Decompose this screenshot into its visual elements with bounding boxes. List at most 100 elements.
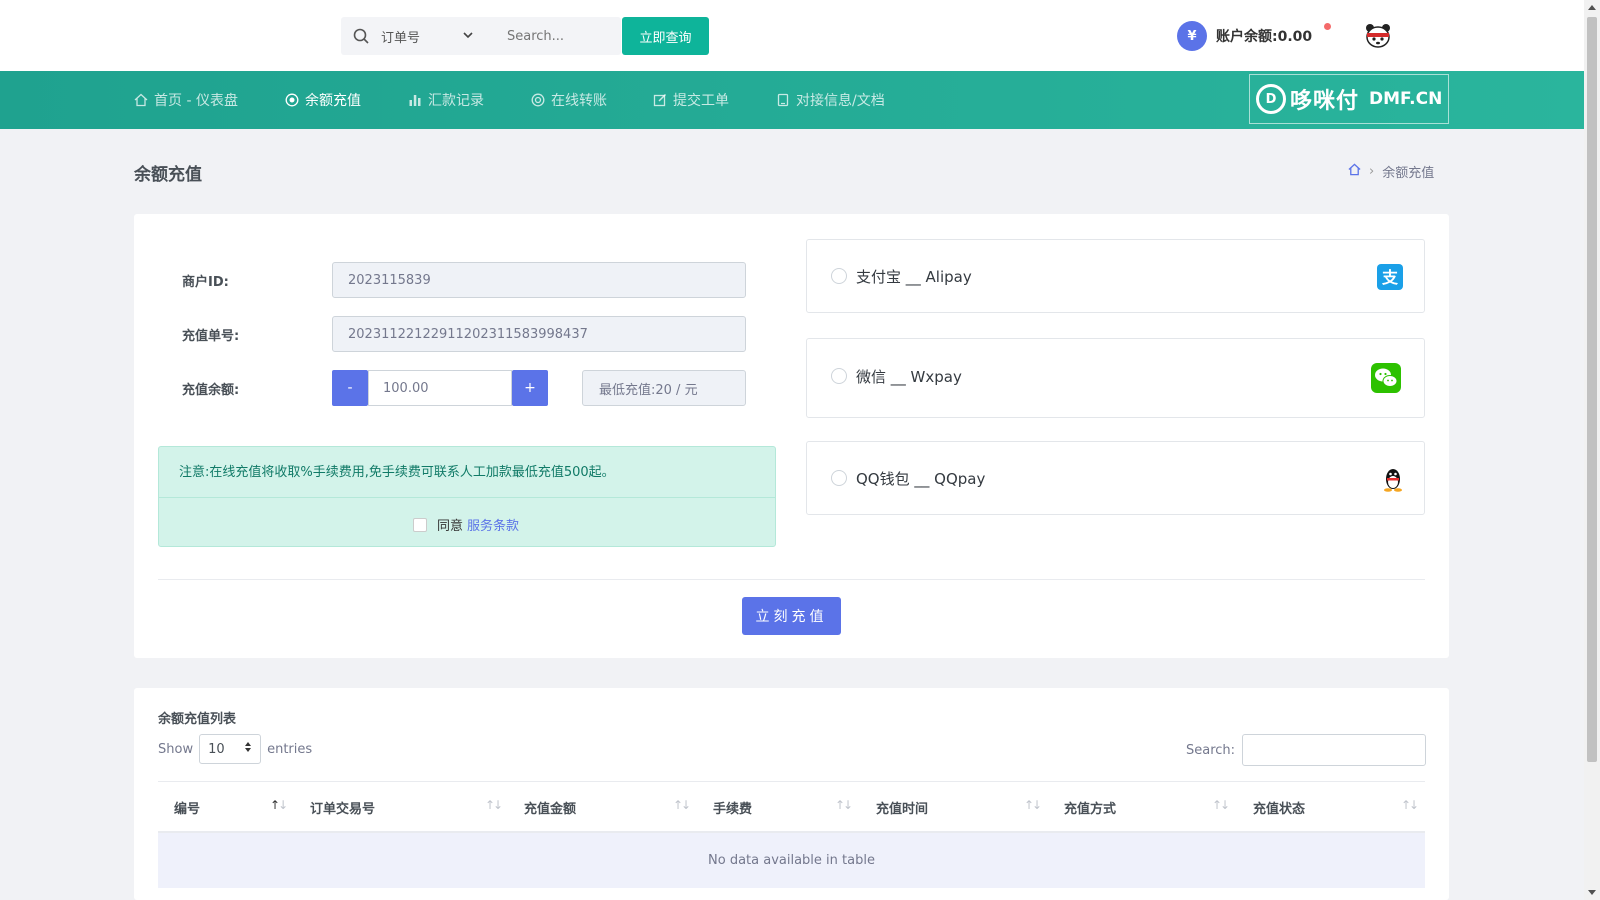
divider <box>158 579 1425 580</box>
tablet-icon <box>777 93 789 107</box>
notice-text: 注意:在线充值将收取%手续费用,免手续费可联系人工加款最低充值500起。 <box>179 465 615 480</box>
nav-item-remittance[interactable]: 汇款记录 <box>408 71 484 129</box>
page-length-value: 10 <box>208 741 225 757</box>
nav-item-dashboard[interactable]: 首页 - 仪表盘 <box>134 71 238 129</box>
nav-label: 提交工单 <box>673 93 729 109</box>
pay-radio[interactable] <box>831 368 847 384</box>
table-search-input[interactable] <box>1242 734 1427 766</box>
nav-label: 首页 - 仪表盘 <box>154 93 238 109</box>
nav-item-transfer[interactable]: 在线转账 <box>531 71 607 129</box>
breadcrumb: › 余额充值 <box>1348 162 1434 181</box>
pay-radio[interactable] <box>831 268 847 284</box>
nav-item-recharge[interactable]: 余额充值 <box>285 71 361 129</box>
pay-label: QQ钱包 __ QQpay <box>856 470 986 488</box>
nav-item-ticket[interactable]: 提交工单 <box>653 71 729 129</box>
query-button[interactable]: 立即查询 <box>622 17 709 55</box>
pay-label: 支付宝 __ Alipay <box>856 268 972 286</box>
recharge-card: 商户ID: 2023115839 充值单号: 20231122122911202… <box>134 214 1449 658</box>
nav-label: 汇款记录 <box>428 93 484 109</box>
scroll-down-icon[interactable] <box>1588 890 1596 895</box>
yen-icon: ¥ <box>1177 21 1207 51</box>
col-order-no[interactable]: 订单交易号 <box>310 782 375 832</box>
breadcrumb-separator: › <box>1369 164 1375 179</box>
notice-box: 注意:在线充值将收取%手续费用,免手续费可联系人工加款最低充值500起。 同意 … <box>158 446 776 547</box>
search-icon <box>341 28 381 44</box>
terms-link[interactable]: 服务条款 <box>467 515 519 534</box>
account-balance[interactable]: ¥ 账户余额:0.00 <box>1177 21 1331 51</box>
qq-icon <box>1383 466 1403 496</box>
notice-divider <box>159 497 775 498</box>
edit-icon <box>653 93 667 107</box>
chevron-down-icon <box>463 31 473 42</box>
avatar[interactable] <box>1364 22 1392 50</box>
pay-radio[interactable] <box>831 470 847 486</box>
nav-label: 余额充值 <box>305 93 361 109</box>
merchant-id-label: 商户ID: <box>182 275 229 290</box>
show-label: Show <box>158 741 194 757</box>
sort-icon: ↑↓ <box>485 798 503 812</box>
search-type-value: 订单号 <box>381 30 421 46</box>
nav-item-docs[interactable]: 对接信息/文档 <box>776 71 885 129</box>
balance-text: 账户余额:0.00 <box>1216 29 1313 45</box>
agree-checkbox[interactable] <box>413 517 427 532</box>
search-bar: 订单号 <box>341 17 621 55</box>
table-empty-row: No data available in table <box>158 833 1425 888</box>
table-search-label: Search: <box>1186 742 1236 758</box>
search-type-select[interactable]: 订单号 <box>381 27 487 46</box>
increment-button[interactable]: + <box>512 370 548 406</box>
sort-icon: ↑↓ <box>835 798 853 812</box>
wechat-icon <box>1371 363 1401 397</box>
home-icon <box>134 93 148 107</box>
col-fee[interactable]: 手续费 <box>713 782 752 832</box>
agree-text: 同意 <box>437 519 464 534</box>
table-length: Show 10 entries <box>158 734 312 764</box>
col-amount[interactable]: 充值金额 <box>524 782 576 832</box>
breadcrumb-home-icon[interactable] <box>1348 163 1361 180</box>
sort-icon: ↑↓ <box>673 798 691 812</box>
col-status[interactable]: 充值状态 <box>1253 782 1305 832</box>
sort-icon: ↑↓ <box>1024 798 1042 812</box>
merchant-id-field[interactable]: 2023115839 <box>332 262 746 298</box>
pay-option-qqpay[interactable]: QQ钱包 __ QQpay <box>806 441 1425 515</box>
logo-text-en: DMF.CN <box>1369 89 1443 109</box>
col-time[interactable]: 充值时间 <box>876 782 928 832</box>
amount-input[interactable]: 100.00 <box>368 370 512 406</box>
lifebuoy-icon <box>531 93 545 107</box>
bar-chart-icon <box>409 95 421 106</box>
scroll-thumb[interactable] <box>1587 17 1597 762</box>
agree-terms: 同意 服务条款 <box>413 515 519 534</box>
nav-label: 对接信息/文档 <box>796 93 885 109</box>
col-id[interactable]: 编号 <box>174 782 200 832</box>
pay-label: 微信 __ Wxpay <box>856 368 962 386</box>
page-scrollbar[interactable] <box>1584 0 1600 900</box>
brand-logo[interactable]: D 哆咪付 DMF.CN <box>1249 74 1449 124</box>
target-icon <box>285 93 299 107</box>
alipay-icon: 支 <box>1377 264 1403 294</box>
sort-asc-icon: ↑↓ <box>270 798 288 812</box>
recharge-list-card: 余额充值列表 Show 10 entries Search: 编号 ↑↓ 订单交… <box>134 688 1449 900</box>
col-method[interactable]: 充值方式 <box>1064 782 1116 832</box>
sort-icon: ↑↓ <box>1401 798 1419 812</box>
breadcrumb-current: 余额充值 <box>1382 166 1435 181</box>
table-header: 编号 ↑↓ 订单交易号 ↑↓ 充值金额 ↑↓ 手续费 ↑↓ 充值时间 ↑↓ 充值… <box>158 781 1425 833</box>
min-recharge-info: 最低充值:20 / 元 <box>582 370 746 406</box>
amount-label: 充值余额: <box>182 383 240 398</box>
table-search: Search: <box>1186 734 1427 766</box>
scroll-up-icon[interactable] <box>1588 5 1596 10</box>
pay-option-alipay[interactable]: 支付宝 __ Alipay 支 <box>806 239 1425 313</box>
decrement-button[interactable]: - <box>332 370 368 406</box>
sort-icon: ↑↓ <box>1212 798 1230 812</box>
nav-label: 在线转账 <box>551 93 607 109</box>
search-input[interactable] <box>487 18 607 54</box>
page-length-select[interactable]: 10 <box>199 734 262 764</box>
notification-dot <box>1324 23 1331 30</box>
page-title: 余额充值 <box>134 165 202 185</box>
pay-option-wxpay[interactable]: 微信 __ Wxpay <box>806 338 1425 418</box>
list-title: 余额充值列表 <box>158 712 237 727</box>
main-nav: 首页 - 仪表盘 余额充值 汇款记录 在线转账 提交工单 对接信息/文档 D 哆… <box>0 71 1584 129</box>
logo-text-cn: 哆咪付 <box>1290 89 1360 114</box>
svg-text:支: 支 <box>1381 268 1399 287</box>
sort-updown-icon <box>244 741 252 757</box>
order-no-field[interactable]: 2023112212291120231158399843​7 <box>332 316 746 352</box>
submit-recharge-button[interactable]: 立刻充值 <box>742 597 841 635</box>
